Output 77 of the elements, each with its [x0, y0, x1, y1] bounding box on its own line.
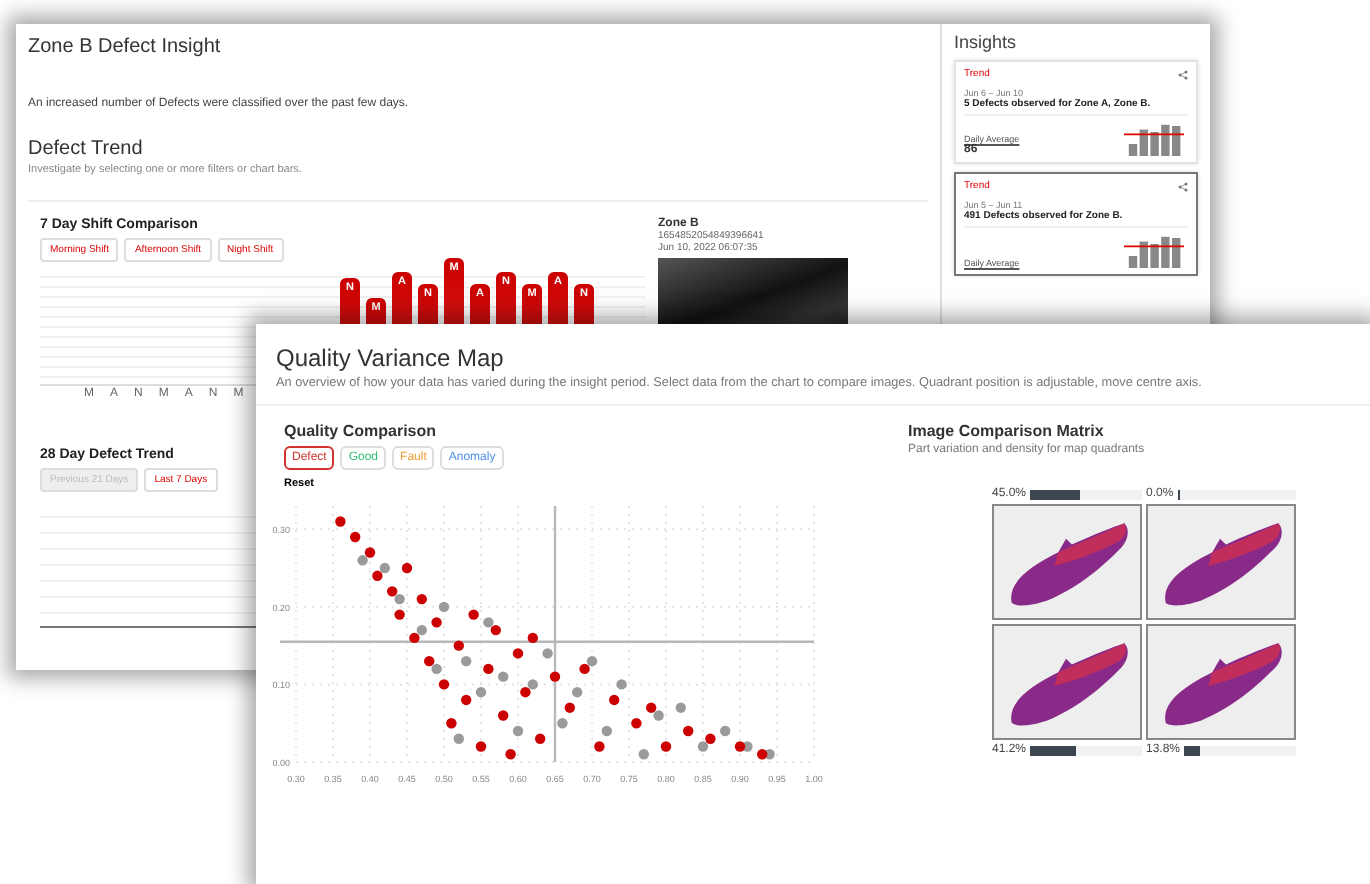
- data-point[interactable]: [683, 726, 694, 737]
- data-point[interactable]: [535, 734, 546, 745]
- data-point[interactable]: [675, 703, 686, 714]
- data-point[interactable]: [357, 555, 368, 567]
- data-point[interactable]: [387, 586, 398, 598]
- data-point[interactable]: [660, 741, 672, 753]
- data-point[interactable]: [646, 703, 657, 714]
- data-point[interactable]: [498, 672, 509, 683]
- data-point[interactable]: [468, 610, 479, 621]
- data-point[interactable]: [401, 563, 413, 574]
- data-point[interactable]: [394, 610, 405, 621]
- data-point[interactable]: [483, 617, 494, 629]
- headlight-image[interactable]: [992, 624, 1142, 741]
- data-point[interactable]: [431, 617, 442, 629]
- window-title: Zone B Defect Insight: [28, 36, 223, 58]
- mini-bar-chart-drawing: [1120, 120, 1188, 156]
- share-icon[interactable]: [1178, 69, 1188, 79]
- data-point[interactable]: [505, 749, 516, 761]
- data-point[interactable]: [601, 726, 612, 737]
- data-point[interactable]: [557, 718, 568, 730]
- data-point[interactable]: [453, 641, 464, 652]
- data-point[interactable]: [638, 749, 649, 761]
- data-point[interactable]: [475, 741, 487, 753]
- data-point[interactable]: [350, 532, 361, 543]
- data-point[interactable]: [705, 734, 716, 745]
- data-point[interactable]: [631, 718, 642, 730]
- data-point[interactable]: [527, 633, 538, 644]
- data-point[interactable]: [453, 734, 464, 745]
- headlight-image[interactable]: [1146, 624, 1296, 741]
- quadrant-axis-handle[interactable]: [553, 506, 557, 763]
- data-point[interactable]: [438, 679, 450, 691]
- data-point[interactable]: [594, 741, 605, 753]
- data-point[interactable]: [512, 726, 524, 737]
- data-point[interactable]: [483, 664, 494, 675]
- data-point[interactable]: [520, 687, 531, 699]
- data-point[interactable]: [572, 687, 583, 699]
- section-title: Image Comparison Matrix: [908, 422, 1106, 441]
- data-point[interactable]: [564, 703, 575, 714]
- section-title: Defect Trend: [28, 138, 145, 160]
- data-point[interactable]: [609, 695, 620, 706]
- data-point[interactable]: [512, 648, 524, 660]
- data-point[interactable]: [409, 633, 420, 644]
- data-point[interactable]: [720, 726, 731, 737]
- data-point[interactable]: [394, 594, 405, 605]
- data-point[interactable]: [734, 741, 746, 753]
- data-point[interactable]: [475, 687, 487, 699]
- data-point[interactable]: [542, 648, 553, 660]
- data-point[interactable]: [757, 749, 768, 761]
- data-point[interactable]: [438, 602, 450, 613]
- headlight-image[interactable]: [1146, 504, 1296, 621]
- data-point[interactable]: [697, 741, 709, 753]
- data-point[interactable]: [527, 679, 538, 691]
- data-point[interactable]: [446, 718, 457, 730]
- data-point[interactable]: [372, 571, 383, 582]
- data-point[interactable]: [498, 710, 509, 722]
- data-point[interactable]: [416, 594, 427, 605]
- data-point[interactable]: [379, 563, 390, 574]
- data-point[interactable]: [335, 516, 346, 528]
- data-point[interactable]: [416, 625, 427, 636]
- window-title: Quality Variance Map: [276, 344, 506, 372]
- mini-bar-chart-drawing: [1120, 232, 1188, 268]
- share-icon[interactable]: [1178, 181, 1188, 191]
- data-point[interactable]: [579, 664, 590, 675]
- data-point[interactable]: [461, 695, 472, 706]
- data-point[interactable]: [653, 710, 664, 722]
- chart-title: Quality Comparison: [284, 422, 439, 441]
- data-point[interactable]: [549, 672, 561, 683]
- data-point[interactable]: [490, 625, 501, 636]
- data-point[interactable]: [461, 656, 472, 667]
- data-point[interactable]: [616, 679, 627, 691]
- data-point[interactable]: [586, 656, 598, 667]
- panel-title: Insights: [954, 32, 1019, 52]
- data-point[interactable]: [364, 548, 376, 559]
- headlight-image[interactable]: [992, 504, 1142, 621]
- data-point[interactable]: [424, 656, 435, 667]
- data-point[interactable]: [431, 664, 442, 675]
- quadrant-axis-handle[interactable]: [280, 641, 814, 644]
